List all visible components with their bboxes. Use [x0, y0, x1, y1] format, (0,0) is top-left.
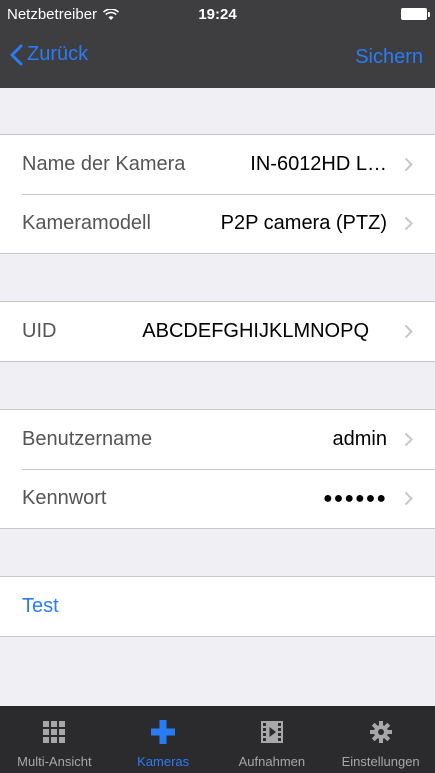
tab-label: Multi-Ansicht [17, 754, 92, 769]
tab-label: Kameras [137, 754, 190, 769]
uid-group: UID ABCDEFGHIJKLMNOPQ [0, 301, 435, 362]
chevron-right-icon [404, 432, 413, 447]
test-button[interactable]: Test [0, 577, 435, 636]
username-value: admin [332, 428, 387, 450]
tab-bar: Multi-Ansicht Kameras Aufnahmen Einstell… [0, 706, 435, 773]
tab-cameras[interactable]: Kameras [109, 706, 218, 773]
credentials-group: Benutzername admin Kennwort ●●●●●● [0, 409, 435, 529]
test-group: Test [0, 576, 435, 637]
username-row[interactable]: Benutzername admin [0, 410, 435, 469]
camera-name-row[interactable]: Name der Kamera IN-6012HD L… [0, 135, 435, 194]
status-time: 19:24 [198, 6, 237, 23]
back-label: Zurück [27, 43, 89, 65]
camera-name-label: Name der Kamera [22, 153, 186, 175]
camera-model-value: P2P camera (PTZ) [220, 212, 387, 234]
chevron-right-icon [404, 216, 413, 231]
password-label: Kennwort [22, 487, 107, 509]
tab-recordings[interactable]: Aufnahmen [218, 706, 327, 773]
header: Netzbetreiber 19:24 Zurück Sichern [0, 0, 435, 88]
username-label: Benutzername [22, 428, 153, 450]
chevron-left-icon [10, 44, 23, 66]
chevron-right-icon [404, 324, 413, 339]
camera-model-label: Kameramodell [22, 212, 151, 234]
tab-multi-view[interactable]: Multi-Ansicht [0, 706, 109, 773]
plus-icon [151, 720, 176, 744]
uid-row[interactable]: UID ABCDEFGHIJKLMNOPQ [0, 302, 435, 361]
save-button[interactable]: Sichern [355, 46, 423, 69]
navigation-bar: Zurück Sichern [0, 30, 435, 88]
uid-label: UID [22, 320, 57, 342]
camera-model-row[interactable]: Kameramodell P2P camera (PTZ) [0, 194, 435, 253]
grid-icon [43, 720, 66, 744]
password-row[interactable]: Kennwort ●●●●●● [0, 469, 435, 528]
tab-label: Aufnahmen [238, 754, 306, 769]
camera-settings-group: Name der Kamera IN-6012HD L… Kameramodel… [0, 134, 435, 254]
test-label: Test [22, 595, 59, 617]
status-bar: Netzbetreiber 19:24 [0, 0, 435, 30]
chevron-right-icon [404, 157, 413, 172]
camera-name-value: IN-6012HD L… [250, 153, 387, 175]
back-button[interactable]: Zurück [10, 43, 88, 66]
password-value: ●●●●●● [323, 489, 387, 507]
gear-icon [369, 720, 392, 744]
uid-value: ABCDEFGHIJKLMNOPQ [142, 320, 369, 342]
tab-settings[interactable]: Einstellungen [326, 706, 435, 773]
film-icon [260, 720, 283, 744]
chevron-right-icon [404, 491, 413, 506]
tab-label: Einstellungen [341, 754, 420, 769]
battery-icon [401, 8, 430, 20]
